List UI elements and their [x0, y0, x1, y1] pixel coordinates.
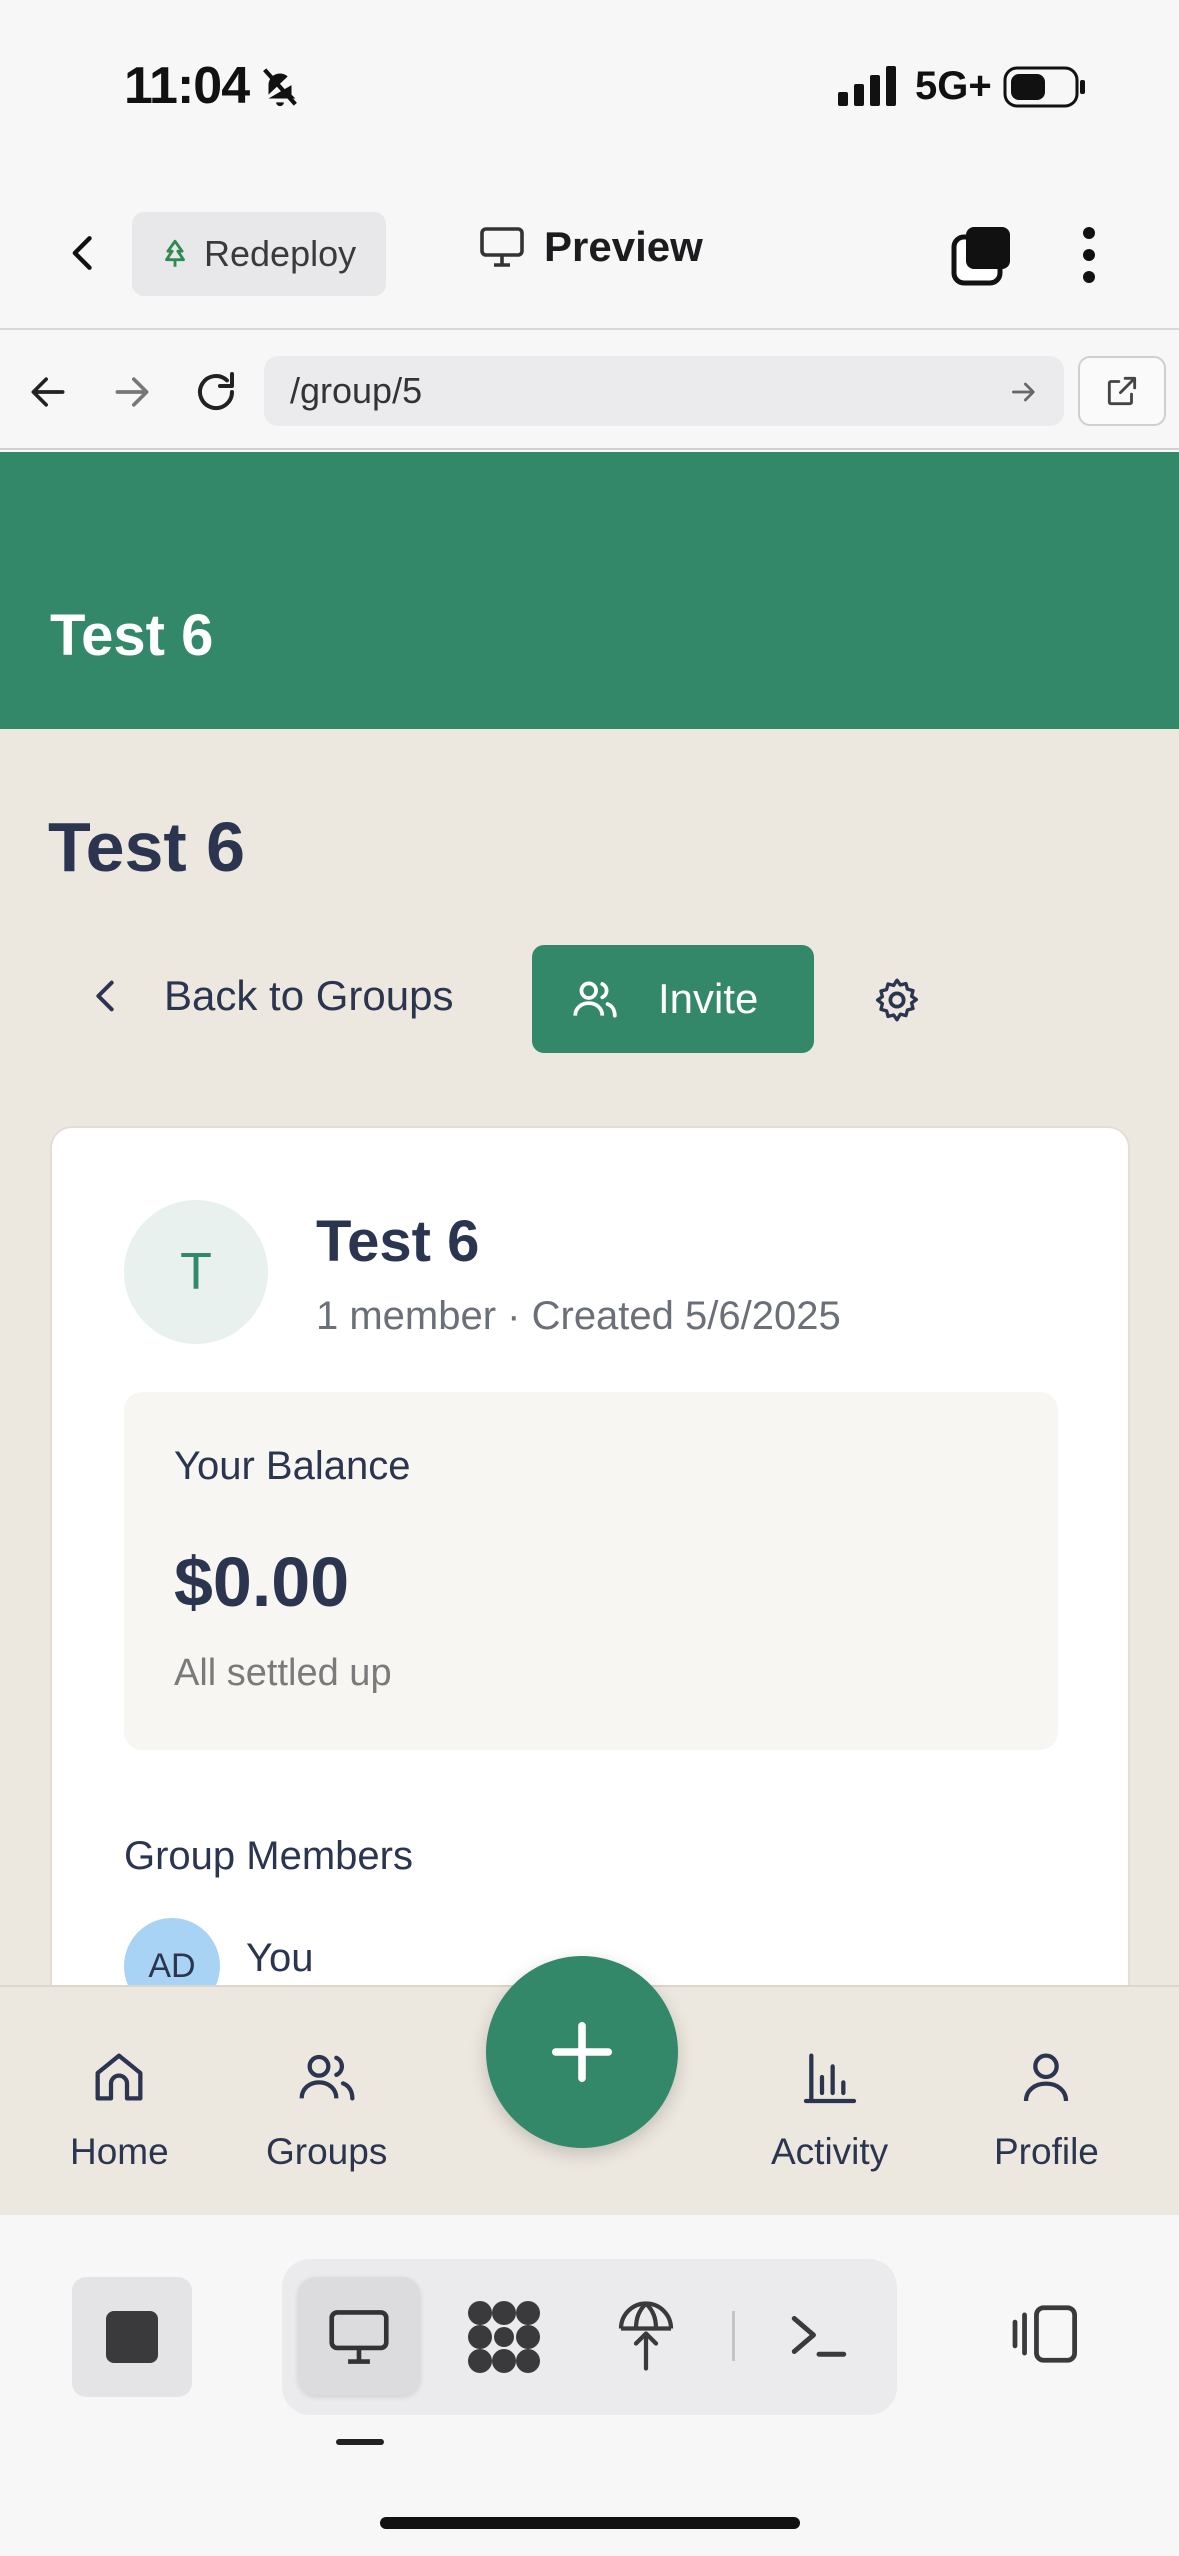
nav-groups-label: Groups [266, 2131, 388, 2172]
invite-button[interactable]: Invite [532, 945, 814, 1053]
balance-status: All settled up [174, 1652, 392, 1694]
reload-icon[interactable] [192, 368, 240, 416]
group-avatar: T [124, 1200, 268, 1344]
browser-forward-icon[interactable] [110, 370, 154, 414]
stop-button[interactable] [72, 2277, 192, 2397]
back-chevron-icon[interactable] [62, 227, 106, 279]
group-name: Test 6 [316, 1209, 480, 1274]
status-time: 11:04 [124, 57, 250, 115]
home-indicator[interactable] [380, 2517, 800, 2529]
redeploy-label: Redeploy [204, 233, 357, 274]
redeploy-button[interactable]: Redeploy [132, 212, 386, 296]
members-heading: Group Members [124, 1834, 413, 1878]
panel-icon[interactable] [1010, 2303, 1082, 2365]
browser-back-icon[interactable] [26, 370, 70, 414]
grid-blob-icon[interactable] [466, 2299, 542, 2375]
settings-gear-icon[interactable] [872, 975, 922, 1025]
back-label: Back to Groups [164, 972, 454, 1019]
balance-amount: $0.00 [174, 1543, 350, 1621]
app-viewport: Test 6 Test 6 Back to Groups Invite T Te… [0, 452, 1179, 1985]
preview-button[interactable]: Preview [478, 223, 703, 271]
external-link-icon [1107, 376, 1137, 406]
users-icon [573, 981, 617, 1018]
app-header: Test 6 [0, 452, 1179, 729]
deploy-icon[interactable] [616, 2297, 676, 2375]
bar-chart-icon [803, 2053, 856, 2104]
invite-label: Invite [658, 975, 759, 1022]
network-type: 5G+ [915, 64, 992, 108]
nav-activity[interactable]: Activity [771, 2045, 888, 2173]
go-arrow-icon[interactable] [1008, 376, 1040, 408]
nav-home-label: Home [70, 2131, 169, 2172]
nav-profile[interactable]: Profile [994, 2045, 1099, 2173]
balance-label: Your Balance [174, 1444, 411, 1488]
status-bar: 11:04 5G+ [0, 0, 1179, 175]
stop-icon [106, 2311, 158, 2363]
app-toolbar: Redeploy Preview [0, 175, 1179, 330]
system-toolbar [0, 2215, 1179, 2556]
nav-home[interactable]: Home [70, 2045, 169, 2173]
group-card: T Test 6 1 member · Created 5/6/2025 You… [50, 1126, 1130, 1985]
browser-bar: /group/5 [0, 332, 1179, 450]
open-external-button[interactable] [1078, 356, 1166, 426]
balance-panel: Your Balance $0.00 All settled up [124, 1392, 1058, 1750]
tabs-icon[interactable] [950, 225, 1014, 287]
bell-muted-icon [263, 68, 297, 107]
header-title: Test 6 [50, 603, 214, 668]
divider [732, 2311, 735, 2361]
battery-icon [1003, 66, 1085, 108]
users-icon [299, 2054, 355, 2101]
member-name: You [246, 1936, 314, 1980]
add-expense-button[interactable] [486, 1956, 678, 2148]
plus-icon [551, 2021, 613, 2083]
group-meta: 1 member · Created 5/6/2025 [316, 1294, 841, 1338]
desktop-icon [329, 2310, 389, 2364]
mode-switcher [282, 2259, 897, 2415]
nav-profile-label: Profile [994, 2131, 1099, 2172]
user-icon [1024, 2053, 1069, 2102]
nav-activity-label: Activity [771, 2131, 889, 2172]
home-icon [95, 2053, 143, 2101]
url-field[interactable]: /group/5 [264, 356, 1064, 426]
terminal-icon[interactable] [786, 2307, 852, 2363]
nav-groups[interactable]: Groups [266, 2045, 387, 2173]
url-text: /group/5 [290, 370, 423, 411]
tree-icon [165, 239, 185, 267]
more-options-icon[interactable] [1072, 223, 1106, 287]
member-avatar: AD [124, 1918, 220, 1985]
chevron-left-icon [96, 980, 114, 1012]
monitor-icon [480, 227, 524, 267]
back-to-groups-button[interactable]: Back to Groups [90, 972, 453, 1020]
preview-label: Preview [544, 223, 703, 270]
page-title: Test 6 [48, 808, 246, 886]
active-mode-indicator [336, 2439, 384, 2445]
signal-icon [838, 66, 896, 106]
mode-desktop[interactable] [298, 2277, 420, 2395]
